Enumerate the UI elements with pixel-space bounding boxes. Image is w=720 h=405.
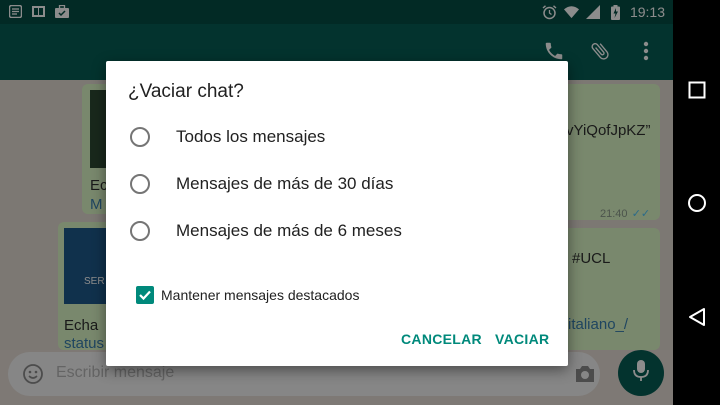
- home-circle-icon[interactable]: [685, 191, 709, 215]
- option-older-6-months[interactable]: Mensajes de más de 6 meses: [130, 216, 402, 246]
- keep-starred-checkbox[interactable]: [136, 286, 154, 304]
- confirm-clear-button[interactable]: VACIAR: [495, 331, 549, 347]
- option-label: Todos los mensajes: [176, 127, 326, 146]
- check-icon: [139, 290, 151, 301]
- keep-starred-label: Mantener mensajes destacados: [161, 287, 360, 303]
- keep-starred-row[interactable]: Mantener mensajes destacados: [136, 286, 359, 304]
- android-navbar: [673, 0, 720, 405]
- option-all-messages[interactable]: Todos los mensajes: [130, 122, 325, 152]
- radio-button[interactable]: [130, 127, 150, 147]
- overview-square-icon[interactable]: [685, 78, 709, 102]
- radio-button[interactable]: [130, 221, 150, 241]
- cancel-button[interactable]: CANCELAR: [401, 331, 482, 347]
- radio-button[interactable]: [130, 174, 150, 194]
- dialog-title: ¿Vaciar chat?: [128, 81, 244, 102]
- option-older-30-days[interactable]: Mensajes de más de 30 días: [130, 169, 393, 199]
- option-label: Mensajes de más de 30 días: [176, 174, 394, 193]
- back-triangle-icon[interactable]: [685, 305, 709, 329]
- option-label: Mensajes de más de 6 meses: [176, 221, 402, 240]
- clear-chat-dialog: ¿Vaciar chat? Todos los mensajes Mensaje…: [106, 61, 568, 366]
